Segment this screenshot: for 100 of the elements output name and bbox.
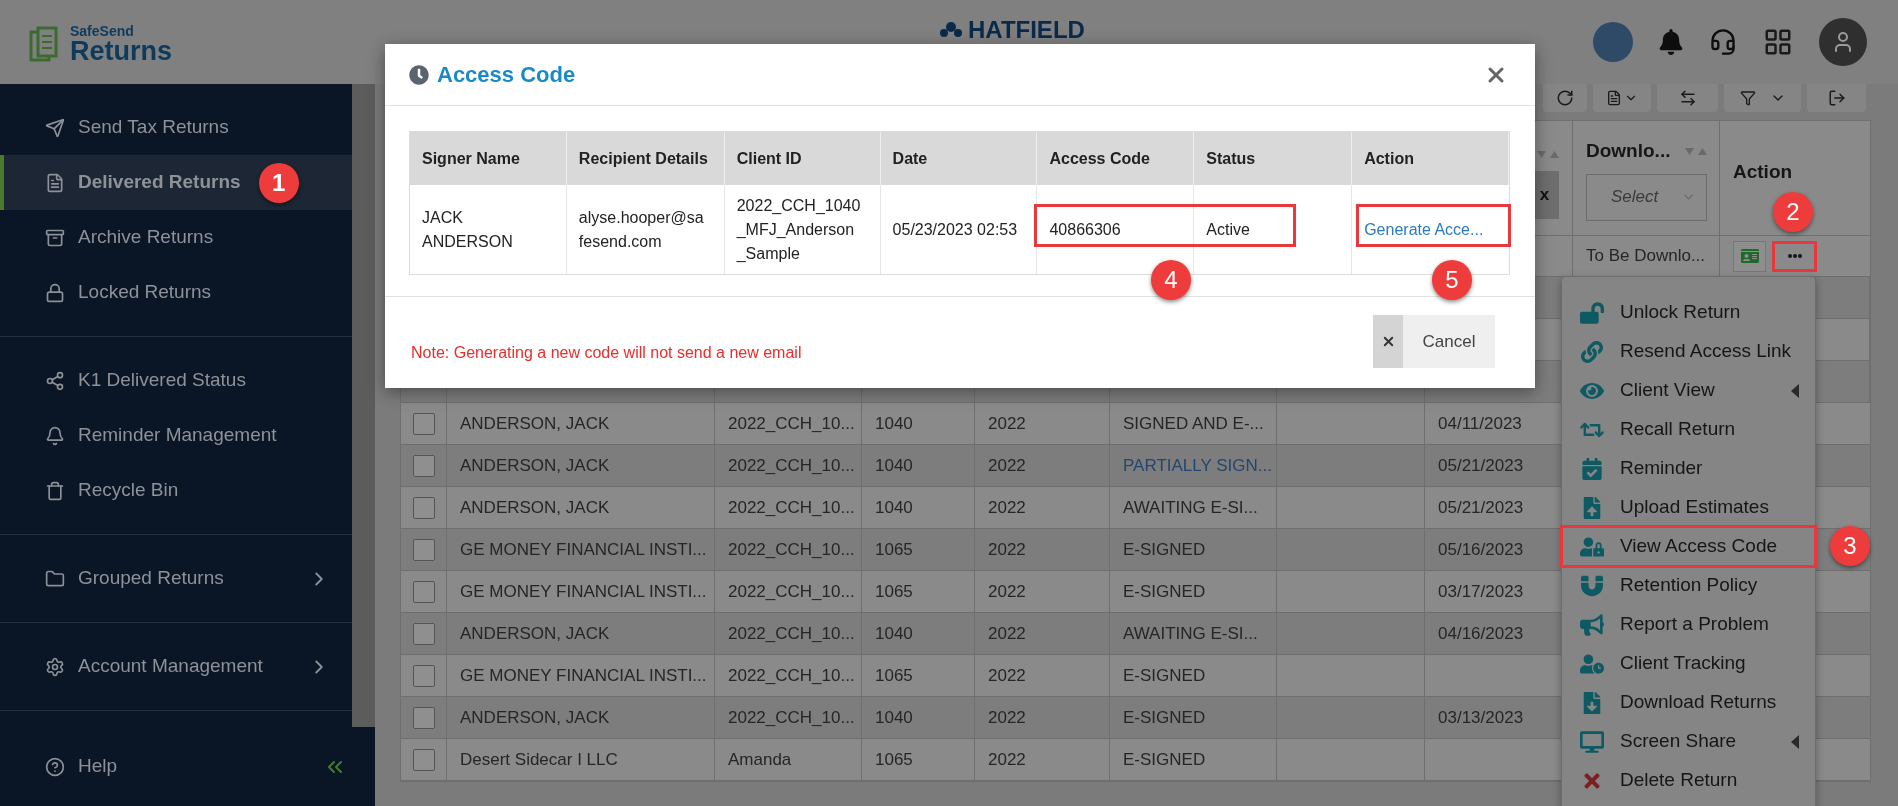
help-link[interactable]: Help — [78, 752, 118, 781]
menu-item[interactable]: Reminder — [1562, 449, 1815, 488]
avatar-icon[interactable] — [1593, 22, 1633, 62]
adjust-button[interactable] — [1657, 84, 1718, 112]
table-cell-text: 2022_CCH_10... — [728, 706, 855, 729]
table-cell-text: 1065 — [875, 748, 913, 771]
menu-item[interactable]: Client Tracking — [1562, 644, 1815, 683]
table-cell-text: ANDERSON, JACK — [460, 412, 610, 435]
table-cell-text: 04/11/2023 — [1438, 412, 1522, 435]
menu-item[interactable]: Download Returns — [1562, 683, 1815, 722]
filter-input[interactable]: Select — [1611, 184, 1681, 210]
column-header[interactable]: Downlo... — [1586, 137, 1671, 166]
table-cell-text: ANDERSON, JACK — [460, 622, 610, 645]
sidebar-item[interactable]: Grouped Returns — [0, 551, 352, 606]
more-icon — [1787, 254, 1802, 258]
row-checkbox[interactable] — [412, 706, 435, 729]
refresh-button[interactable] — [1543, 84, 1587, 112]
sidebar-item[interactable]: Locked Returns — [0, 265, 352, 320]
client-card-button[interactable] — [1733, 240, 1766, 272]
sort-icon[interactable] — [1685, 146, 1707, 157]
user-avatar[interactable] — [1819, 18, 1867, 66]
lock-icon — [45, 282, 65, 303]
brand-subtitle: SafeSend — [70, 24, 135, 38]
notification-icon[interactable] — [1659, 29, 1683, 55]
cancel-button[interactable]: Cancel — [1373, 315, 1495, 368]
unlock-icon — [1580, 301, 1604, 324]
user-clock-icon — [1580, 652, 1604, 675]
sidebar-item[interactable]: Send Tax Returns — [0, 100, 352, 155]
table-cell-text: 04/16/2023 — [1438, 622, 1524, 645]
table-cell-text: 2022_CCH_10... — [728, 412, 855, 435]
menu-item[interactable]: Resend Access Link — [1562, 332, 1815, 371]
document-icon — [45, 172, 65, 193]
menu-item[interactable]: View Access Code — [1562, 527, 1815, 566]
table-cell-text: 1040 — [875, 412, 913, 435]
scrollbar[interactable] — [352, 84, 375, 727]
row-checkbox[interactable] — [412, 580, 435, 603]
table-cell-text: 2022_CCH_10... — [728, 538, 855, 561]
archive-icon — [45, 227, 65, 248]
document-icon — [1606, 90, 1622, 106]
column-header: Client ID — [736, 148, 802, 169]
download-filter-select[interactable]: Select — [1586, 173, 1707, 221]
table-cell-text: 2022_CCH_10... — [728, 664, 855, 687]
megaphone-icon — [1580, 613, 1604, 636]
menu-item[interactable]: Recall Return — [1562, 410, 1815, 449]
menu-item[interactable]: Delete Return — [1562, 761, 1815, 800]
menu-item[interactable]: Client View — [1562, 371, 1815, 410]
row-checkbox[interactable] — [412, 496, 435, 519]
table-cell-text: 2022_CCH_10... — [728, 622, 855, 645]
filter-button[interactable] — [1724, 84, 1801, 112]
refresh-icon — [1556, 89, 1574, 107]
headset-icon[interactable] — [1709, 28, 1737, 56]
gear-icon — [45, 656, 65, 677]
step-badge: 4 — [1151, 260, 1191, 300]
row-checkbox[interactable] — [412, 412, 435, 435]
generate-code-link[interactable]: Generate Acce... — [1364, 217, 1484, 242]
table-cell-text: Active — [1206, 219, 1250, 240]
column-header: Recipient Details — [578, 148, 708, 169]
table-cell-text: 05/21/2023 — [1438, 496, 1524, 519]
table-cell-text: 2022_CCH_10... — [728, 496, 855, 519]
row-checkbox[interactable] — [412, 664, 435, 687]
table-cell-text: 03/13/2023 — [1438, 706, 1524, 729]
more-button[interactable] — [1772, 240, 1817, 272]
table-cell-text: GE MONEY FINANCIAL INSTI... — [460, 538, 707, 561]
sidebar-item[interactable]: Account Management — [0, 639, 352, 694]
menu-item[interactable]: Report a Problem — [1562, 605, 1815, 644]
menu-item[interactable]: Screen Share — [1562, 722, 1815, 761]
sidebar-item[interactable]: Recycle Bin — [0, 463, 352, 518]
table-cell-text: 2022_CCH_10... — [728, 580, 855, 603]
apps-icon[interactable] — [1763, 27, 1793, 57]
menu-item[interactable]: Upload Estimates — [1562, 488, 1815, 527]
menu-item[interactable]: Retention Policy — [1562, 566, 1815, 605]
column-header: Signer Name — [422, 148, 520, 169]
table-cell-text: 1065 — [875, 538, 913, 561]
export-icon — [1827, 89, 1846, 107]
table-cell-text: JACK ANDERSON — [422, 207, 514, 252]
table-cell-text: AWAITING E-SI... — [1123, 622, 1258, 645]
menu-item[interactable]: Unlock Return — [1562, 293, 1815, 332]
sidebar-item[interactable]: Reminder Management — [0, 408, 352, 463]
columns-button[interactable] — [1593, 84, 1651, 112]
table-cell-text: 2022 — [988, 454, 1026, 477]
table-cell-text: 2022_CCH_1040_MFJ_Anderson_Sample — [736, 195, 861, 264]
table-cell-text: E-SIGNED — [1123, 706, 1206, 729]
table-cell-text: 2022 — [988, 580, 1026, 603]
row-checkbox[interactable] — [412, 454, 435, 477]
export-button[interactable] — [1807, 84, 1866, 112]
table-cell-text: ANDERSON, JACK — [460, 496, 610, 519]
sort-icon[interactable] — [1537, 149, 1559, 159]
row-checkbox[interactable] — [412, 622, 435, 645]
table-cell-text: ANDERSON, JACK — [460, 454, 610, 477]
table-cell-text: E-SIGNED — [1123, 748, 1206, 771]
table-cell-text: E-SIGNED — [1123, 538, 1206, 561]
share-icon — [45, 370, 65, 391]
step-badge: 5 — [1432, 260, 1472, 300]
row-checkbox[interactable] — [412, 538, 435, 561]
row-checkbox[interactable] — [412, 748, 435, 771]
sidebar-item[interactable]: Archive Returns — [0, 210, 352, 265]
sidebar-item[interactable]: Delivered Returns 1 — [0, 155, 352, 210]
sidebar-item[interactable]: K1 Delivered Status — [0, 353, 352, 408]
table-cell-text: 1040 — [875, 622, 913, 645]
folder-icon — [45, 568, 65, 589]
